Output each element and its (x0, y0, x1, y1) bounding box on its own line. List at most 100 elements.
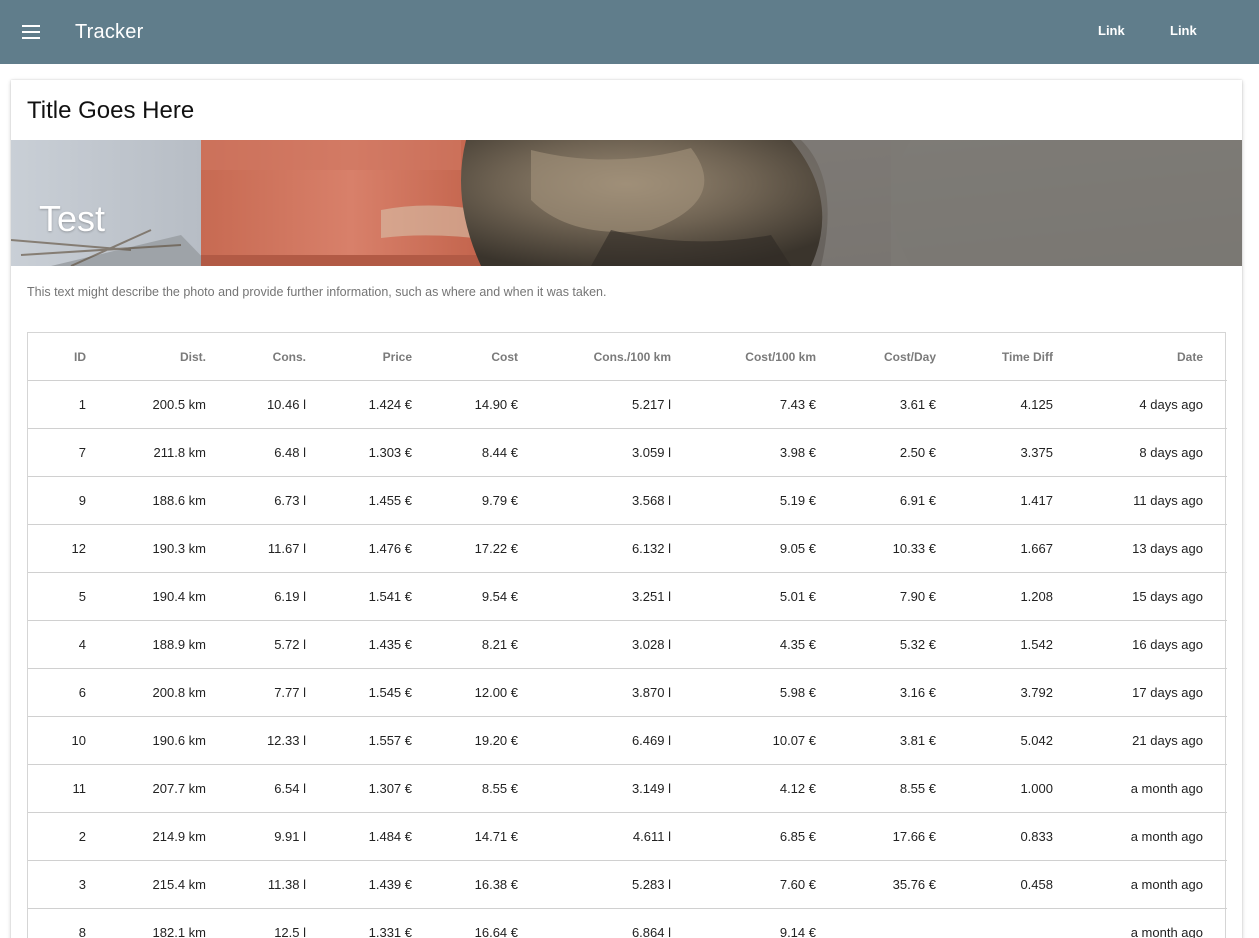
col-header-cost-day[interactable]: Cost/Day (816, 333, 936, 381)
cell-cost: 14.90 € (412, 380, 518, 429)
cell-time-diff: 0.833 (936, 812, 1053, 861)
cell-time-diff: 1.667 (936, 524, 1053, 573)
cell-dist: 190.4 km (86, 572, 206, 621)
cell-cost-100km: 5.01 € (671, 572, 816, 621)
col-header-date[interactable]: Date (1053, 333, 1227, 381)
cell-id: 3 (28, 860, 86, 909)
cell-cost-100km: 10.07 € (671, 716, 816, 765)
cell-cost-100km: 7.60 € (671, 860, 816, 909)
cat-photo (11, 140, 1242, 266)
cell-price: 1.435 € (306, 620, 412, 669)
cell-cost-day: 6.91 € (816, 476, 936, 525)
media-caption: Test (39, 198, 106, 239)
col-header-dist[interactable]: Dist. (86, 333, 206, 381)
cell-cons: 12.33 l (206, 716, 306, 765)
cell-time-diff: 4.125 (936, 380, 1053, 429)
cell-id: 7 (28, 428, 86, 477)
table-row[interactable]: 4 188.9 km 5.72 l 1.435 €8.21 €3.028 l 4.35 … (28, 620, 1227, 669)
col-header-cons[interactable]: Cons. (206, 333, 306, 381)
cell-cost-100km: 5.19 € (671, 476, 816, 525)
cell-cost-day: 3.61 € (816, 380, 936, 429)
cell-cost-day: 7.90 € (816, 572, 936, 621)
cell-cost-100km: 9.05 € (671, 524, 816, 573)
cell-cost-day: 8.55 € (816, 764, 936, 813)
cell-cons: 9.91 l (206, 812, 306, 861)
table-row[interactable]: 1 200.5 km 10.46 l 1.424 €14.90 €5.217 l 7.4… (28, 380, 1227, 429)
cell-cost-day: 17.66 € (816, 812, 936, 861)
table-header-row: ID Dist. Cons. Price Cost Cons./100 km C… (28, 333, 1227, 381)
cell-cons-100km: 3.568 l (518, 476, 671, 525)
col-header-time-diff[interactable]: Time Diff (936, 333, 1053, 381)
cell-id: 9 (28, 476, 86, 525)
cell-cost: 8.44 € (412, 428, 518, 477)
cell-id: 1 (28, 380, 86, 429)
cell-price: 1.545 € (306, 668, 412, 717)
cell-cons: 11.67 l (206, 524, 306, 573)
cell-cons: 12.5 l (206, 908, 306, 938)
cell-cost: 14.71 € (412, 812, 518, 861)
nav-link-1[interactable]: Link (1098, 22, 1125, 40)
col-header-cost[interactable]: Cost (412, 333, 518, 381)
table-row[interactable]: 3 215.4 km 11.38 l 1.439 €16.38 €5.283 l 7.6… (28, 860, 1227, 909)
table-row[interactable]: 10 190.6 km 12.33 l 1.557 €19.20 €6.469 l 10… (28, 716, 1227, 765)
cell-price: 1.303 € (306, 428, 412, 477)
col-header-cost-100km[interactable]: Cost/100 km (671, 333, 816, 381)
cell-date: 17 days ago (1053, 668, 1227, 717)
cell-price: 1.455 € (306, 476, 412, 525)
cell-dist: 190.3 km (86, 524, 206, 573)
cell-cons-100km: 3.870 l (518, 668, 671, 717)
cell-dist: 188.6 km (86, 476, 206, 525)
cell-date: a month ago (1053, 764, 1227, 813)
cell-date: 15 days ago (1053, 572, 1227, 621)
cell-cons-100km: 5.217 l (518, 380, 671, 429)
nav-link-2[interactable]: Link (1170, 22, 1197, 40)
table-body: 1 200.5 km 10.46 l 1.424 €14.90 €5.217 l 7.4… (28, 380, 1227, 938)
cell-price: 1.439 € (306, 860, 412, 909)
cell-cost: 9.54 € (412, 572, 518, 621)
cell-date: 13 days ago (1053, 524, 1227, 573)
cell-dist: 200.8 km (86, 668, 206, 717)
hamburger-menu-icon[interactable] (16, 18, 46, 46)
table-row[interactable]: 9 188.6 km 6.73 l 1.455 €9.79 €3.568 l 5.19 … (28, 476, 1227, 525)
table-row[interactable]: 2 214.9 km 9.91 l 1.484 €14.71 €4.611 l 6.85… (28, 812, 1227, 861)
cell-time-diff: 0.458 (936, 860, 1053, 909)
cell-dist: 214.9 km (86, 812, 206, 861)
cell-price: 1.331 € (306, 908, 412, 938)
cell-price: 1.541 € (306, 572, 412, 621)
cell-cost: 12.00 € (412, 668, 518, 717)
cell-dist: 211.8 km (86, 428, 206, 477)
cell-cons-100km: 5.283 l (518, 860, 671, 909)
table-row[interactable]: 8 182.1 km 12.5 l 1.331 €16.64 €6.864 l 9.14… (28, 908, 1227, 938)
table-row[interactable]: 5 190.4 km 6.19 l 1.541 €9.54 €3.251 l 5.01 … (28, 572, 1227, 621)
card-media-image: Test (11, 140, 1242, 266)
col-header-cons-100km[interactable]: Cons./100 km (518, 333, 671, 381)
cell-time-diff: 3.792 (936, 668, 1053, 717)
table-row[interactable]: 7 211.8 km 6.48 l 1.303 €8.44 €3.059 l 3.98 … (28, 428, 1227, 477)
data-table-container: ID Dist. Cons. Price Cost Cons./100 km C… (27, 332, 1227, 938)
cell-cons-100km: 6.864 l (518, 908, 671, 938)
cell-cost-day: 3.81 € (816, 716, 936, 765)
col-header-id[interactable]: ID (28, 333, 86, 381)
cell-dist: 182.1 km (86, 908, 206, 938)
cell-price: 1.484 € (306, 812, 412, 861)
cell-cons: 6.73 l (206, 476, 306, 525)
cell-id: 8 (28, 908, 86, 938)
col-header-price[interactable]: Price (306, 333, 412, 381)
table-row[interactable]: 11 207.7 km 6.54 l 1.307 €8.55 €3.149 l 4.12… (28, 764, 1227, 813)
cell-cost: 8.55 € (412, 764, 518, 813)
table-row[interactable]: 12 190.3 km 11.67 l 1.476 €17.22 €6.132 l 9.… (28, 524, 1227, 573)
cell-time-diff (936, 908, 1053, 938)
cell-time-diff: 3.375 (936, 428, 1053, 477)
table-row[interactable]: 6 200.8 km 7.77 l 1.545 €12.00 €3.870 l 5.98… (28, 668, 1227, 717)
cell-date: 16 days ago (1053, 620, 1227, 669)
cell-time-diff: 1.208 (936, 572, 1053, 621)
cell-cons: 7.77 l (206, 668, 306, 717)
cell-price: 1.557 € (306, 716, 412, 765)
cell-cons-100km: 3.251 l (518, 572, 671, 621)
cell-cons: 11.38 l (206, 860, 306, 909)
cell-cost-100km: 6.85 € (671, 812, 816, 861)
cell-cost-day: 3.16 € (816, 668, 936, 717)
cell-cons: 6.19 l (206, 572, 306, 621)
cell-cost-day (816, 908, 936, 938)
cell-cost-day: 35.76 € (816, 860, 936, 909)
